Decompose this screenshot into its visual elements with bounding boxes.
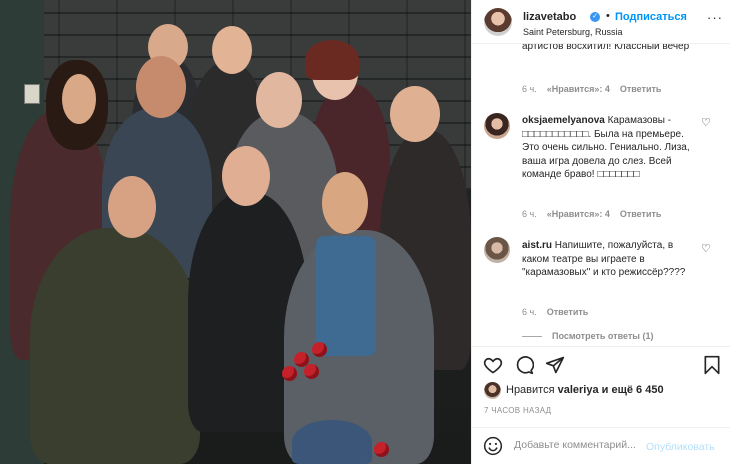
post-sidebar: lizavetabo ✓ • Подписаться ··· Saint Pet… (471, 0, 730, 464)
comment-partial-meta: 6 ч. «Нравится»: 4 Ответить (522, 84, 671, 94)
follow-button[interactable]: Подписаться (615, 11, 687, 23)
hat (292, 420, 372, 464)
comment-input[interactable] (514, 439, 644, 451)
post-photo[interactable] (0, 0, 471, 464)
comment-item: oksjaemelyanova Карамазовы - □□□□□□□□□□□… (522, 114, 692, 182)
comment-meta: 6 ч. Ответить (522, 307, 598, 317)
commenter-avatar[interactable] (484, 113, 510, 139)
wall-sign (24, 84, 40, 104)
comment-time: 6 ч. (522, 307, 537, 317)
reply-button[interactable]: Ответить (620, 209, 662, 219)
comment-meta: 6 ч. «Нравится»: 4 Ответить (522, 209, 671, 219)
comment-username[interactable]: aist.ru (522, 240, 552, 251)
verified-badge-icon: ✓ (590, 12, 600, 22)
add-comment-bar: Опубликовать (472, 427, 730, 464)
comment-username[interactable]: oksjaemelyanova (522, 115, 605, 126)
publish-button[interactable]: Опубликовать (646, 441, 715, 453)
author-avatar[interactable] (484, 8, 512, 36)
head-back-2 (212, 26, 252, 74)
comment-like-heart-icon[interactable]: ♡ (701, 116, 711, 129)
bookmark-icon[interactable] (702, 355, 722, 375)
smiley-icon[interactable] (483, 436, 503, 456)
comment-like-heart-icon[interactable]: ♡ (701, 242, 711, 255)
commenter-avatar[interactable] (484, 237, 510, 263)
comment-icon[interactable] (514, 355, 534, 375)
liker-avatar[interactable] (484, 382, 501, 399)
comment-item: aist.ru Напишите, пожалуйста, в каком те… (522, 239, 692, 280)
liker-username[interactable]: valeriya (558, 384, 599, 396)
likes-count[interactable]: и ещё 6 450 (602, 384, 664, 396)
post-actions-bar (472, 346, 730, 382)
separator-dot: • (606, 10, 610, 22)
author-username[interactable]: lizavetabo (523, 11, 576, 23)
post-header: lizavetabo ✓ • Подписаться ··· Saint Pet… (472, 0, 730, 44)
likes-text: Нравится valeriya и ещё 6 450 (506, 384, 664, 396)
head-right-woman (390, 86, 440, 142)
blue-scarf (316, 236, 376, 356)
reply-button[interactable]: Ответить (547, 307, 589, 317)
head-front-right (322, 172, 368, 234)
more-options-icon[interactable]: ··· (707, 10, 723, 25)
head-grey-hair (256, 72, 302, 128)
comments-list[interactable]: артистов восхитил! Классный вечер 6 ч. «Н… (472, 44, 730, 346)
comment-partial-text: артистов восхитил! Классный вечер (522, 44, 690, 52)
view-replies-button[interactable]: Посмотреть ответы (1) (522, 331, 653, 341)
comment-likes[interactable]: «Нравится»: 4 (547, 84, 610, 94)
post-timestamp[interactable]: 7 ЧАСОВ НАЗАД (484, 406, 551, 415)
paper-plane-icon[interactable] (545, 355, 565, 375)
likes-summary: Нравится valeriya и ещё 6 450 (472, 378, 730, 402)
person-front-left (30, 228, 200, 464)
head-front-center (222, 146, 270, 206)
hair-back-3 (305, 40, 359, 80)
head-glasses-man (136, 56, 186, 118)
comment-time: 6 ч. (522, 209, 537, 219)
post-location[interactable]: Saint Petersburg, Russia (523, 27, 623, 37)
head-front-left (108, 176, 156, 238)
head-left-woman (62, 74, 96, 124)
likes-prefix: Нравится (506, 384, 555, 396)
comment-time: 6 ч. (522, 84, 537, 94)
heart-icon[interactable] (483, 355, 503, 375)
reply-button[interactable]: Ответить (620, 84, 662, 94)
comment-likes[interactable]: «Нравится»: 4 (547, 209, 610, 219)
